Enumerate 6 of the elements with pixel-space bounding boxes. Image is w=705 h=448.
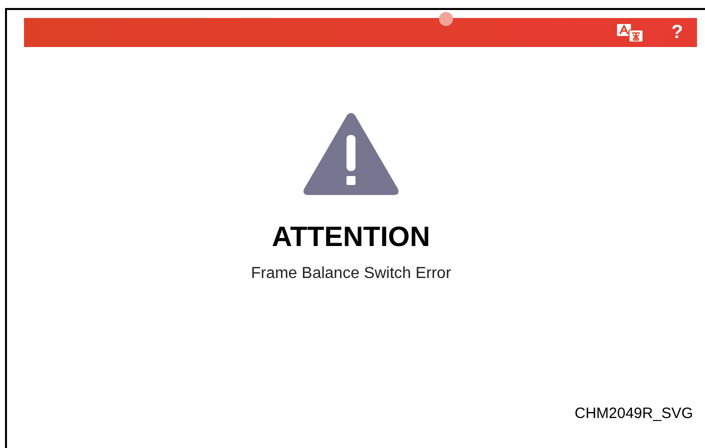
help-button[interactable]: ? bbox=[671, 23, 683, 42]
translate-icon[interactable] bbox=[617, 24, 646, 42]
warning-triangle-icon bbox=[301, 111, 401, 197]
figure-label: CHM2049R_SVG bbox=[574, 404, 693, 424]
alert-title: ATTENTION bbox=[272, 223, 430, 251]
alert-message: Frame Balance Switch Error bbox=[250, 266, 452, 282]
